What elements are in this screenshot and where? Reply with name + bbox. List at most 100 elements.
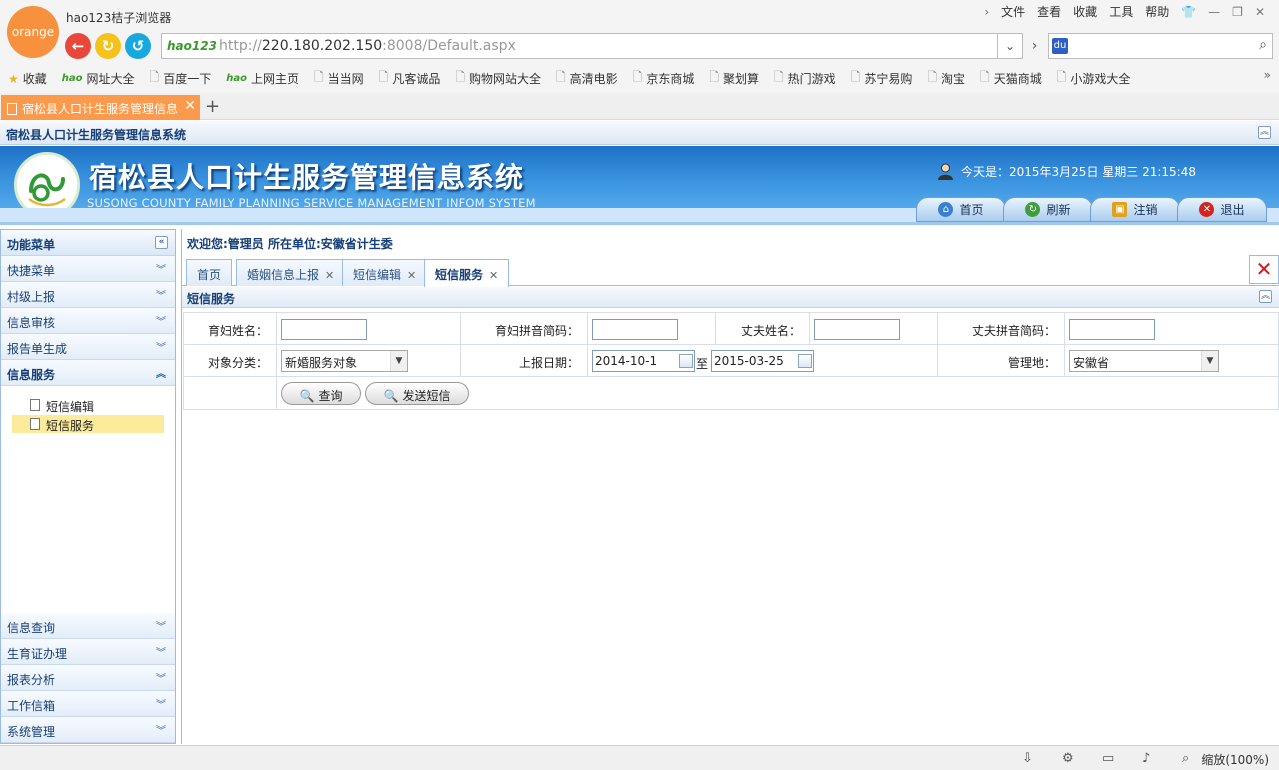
volume-icon[interactable]: ♪ [1142,751,1150,766]
bookmark-item[interactable]: 🗋 淘宝 [927,68,965,89]
sidebar-subitem-sms-service[interactable]: 短信服务 [12,415,164,433]
welcome-text: 欢迎您:管理员 所在单位:安徽省计生委 [187,237,393,251]
calendar-icon[interactable] [679,354,693,368]
go-icon[interactable]: › [1023,33,1046,59]
wife-pinyin-cell [588,313,716,345]
bookmark-item[interactable]: ★ 收藏 [8,68,47,89]
back-icon[interactable]: ← [65,33,91,59]
husband-pinyin-label: 丈夫拼音简码： [938,313,1065,345]
bookmark-item[interactable]: hao 上网主页 [226,68,299,89]
category-value: 新婚服务对象 [285,356,358,370]
sidebar-item-birth-permit[interactable]: 生育证办理 ︾ [1,639,175,665]
new-tab-icon[interactable]: + [205,96,220,117]
close-window-icon[interactable]: ✕ [1255,5,1265,19]
collapse-up-icon[interactable]: ︽ [1259,290,1272,303]
send-sms-button[interactable]: 🔍 发送短信 [365,382,469,405]
sidebar-item-report-analysis[interactable]: 报表分析 ︾ [1,665,175,691]
screen-icon[interactable]: ▭ [1102,751,1114,766]
manage-place-select[interactable]: 安徽省 ▼ [1069,350,1219,372]
browser-tab[interactable]: 宿松县人口计生服务管理信息 ✕ [1,95,200,120]
bookmark-label: 京东商城 [646,72,695,86]
gear-icon[interactable]: ⚙ [1062,751,1074,766]
wife-name-cell [277,313,461,345]
bookmark-item[interactable]: 🗋 天猫商城 [980,68,1042,89]
bookmark-item[interactable]: 🗋 凡客诚品 [379,68,441,89]
address-bar[interactable]: hao123 http://220.180.202.150:8008/Defau… [161,33,998,59]
report-date-label: 上报日期： [461,345,588,377]
bookmark-item[interactable]: hao 网址大全 [62,68,135,89]
undo-icon[interactable]: ↺ [125,33,151,59]
close-icon[interactable]: ✕ [489,269,498,282]
date-to-value: 2015-03-25 [714,354,784,368]
menu-view[interactable]: 查看 [1037,3,1061,20]
sidebar-item-label: 信息服务 [7,368,56,382]
menu-favorites[interactable]: 收藏 [1073,3,1097,20]
tab-home[interactable]: 首页 [186,259,233,286]
collapse-up-icon[interactable]: ︽ [1258,126,1271,139]
skin-icon[interactable]: 👕 [1181,5,1196,19]
collapse-left-icon[interactable]: « [155,236,168,249]
sidebar-item-info-query[interactable]: 信息查询 ︾ [1,613,175,639]
download-icon[interactable]: ⇩ [1022,751,1033,766]
query-button[interactable]: 🔍 查询 [281,382,361,405]
minimize-icon[interactable]: — [1208,5,1220,19]
category-select[interactable]: 新婚服务对象 ▼ [281,350,408,372]
system-title-bar: 宿松县人口计生服务管理信息系统 ︽ [0,121,1279,145]
sidebar-item-info-review[interactable]: 信息审核 ︾ [1,308,175,334]
bookmark-item[interactable]: 🗋 购物网站大全 [455,68,541,89]
search-input[interactable]: du ⌕ [1048,33,1273,59]
tab-sms-edit[interactable]: 短信编辑 ✕ [342,259,428,286]
menu-tools[interactable]: 工具 [1109,3,1133,20]
menu-file[interactable]: 文件 [1001,3,1025,20]
tab-sms-service[interactable]: 短信服务 ✕ [424,259,510,287]
bookmark-item[interactable]: 🗋 热门游戏 [774,68,836,89]
sidebar-item-work-mailbox[interactable]: 工作信箱 ︾ [1,691,175,717]
wife-pinyin-input[interactable] [592,319,678,340]
sidebar-subitem-sms-edit[interactable]: 短信编辑 [12,396,164,414]
logout-button[interactable]: ▣ 注销 [1090,197,1180,222]
husband-pinyin-input[interactable] [1069,319,1155,340]
refresh-button[interactable]: ↻ 刷新 [1003,197,1093,222]
sidebar-item-system-admin[interactable]: 系统管理 ︾ [1,717,175,743]
chevron-double-right-icon[interactable]: » [1264,68,1271,82]
bookmark-item[interactable]: 🗋 苏宁易购 [851,68,913,89]
wife-name-input[interactable] [281,319,367,340]
bookmark-item[interactable]: 🗋 百度一下 [150,68,212,89]
address-url[interactable]: http://220.180.202.150:8008/Default.aspx [219,38,516,54]
menu-chevron-icon[interactable]: › [984,5,989,19]
search-icon[interactable]: ⌕ [1259,37,1267,53]
sidebar-item-village-report[interactable]: 村级上报 ︾ [1,282,175,308]
page-icon: 🗋 [455,70,465,84]
home-button[interactable]: ⌂ 首页 [916,197,1006,222]
husband-name-input[interactable] [814,319,900,340]
date-to-input[interactable]: 2015-03-25 [711,350,814,372]
chevron-down-icon[interactable]: ⌄ [998,33,1023,59]
bookmark-item[interactable]: 🗋 京东商城 [633,68,695,89]
close-icon[interactable]: ✕ [325,269,334,282]
exit-button[interactable]: ✕ 退出 [1177,197,1267,222]
bookmark-item[interactable]: 🗋 小游戏大全 [1057,68,1131,89]
tab-marriage-report[interactable]: 婚姻信息上报 ✕ [236,259,346,286]
close-icon[interactable]: ✕ [407,269,416,282]
sidebar-item-shortcut[interactable]: 快捷菜单 ︾ [1,256,175,282]
menu-help[interactable]: 帮助 [1145,3,1169,20]
search-icon: 🔍 [383,389,399,403]
url-host: 220.180.202.150 [261,38,383,54]
close-icon[interactable]: ✕ [184,98,196,114]
bookmark-item[interactable]: 🗋 高清电影 [556,68,618,89]
zoom-icon[interactable]: ⌕ [1182,751,1189,766]
zoom-level[interactable]: 缩放(100%) [1201,751,1269,768]
calendar-icon[interactable] [798,354,812,368]
sidebar-item-info-service[interactable]: 信息服务 ︽ [1,360,175,386]
bookmark-item[interactable]: 🗋 当当网 [314,68,364,89]
sidebar-item-report-generate[interactable]: 报告单生成 ︾ [1,334,175,360]
close-all-tabs-icon[interactable]: ✕ [1249,255,1279,284]
date-from-input[interactable]: 2014-10-1 [592,350,695,372]
reload-icon[interactable]: ↻ [95,33,121,59]
date-separator: 至 [696,357,709,371]
send-sms-button-label: 发送短信 [402,389,451,403]
bookmark-item[interactable]: 🗋 聚划算 [709,68,759,89]
browser-logo[interactable]: orange [7,6,59,58]
baidu-icon[interactable]: du [1052,38,1068,54]
restore-icon[interactable]: ❐ [1232,5,1243,19]
